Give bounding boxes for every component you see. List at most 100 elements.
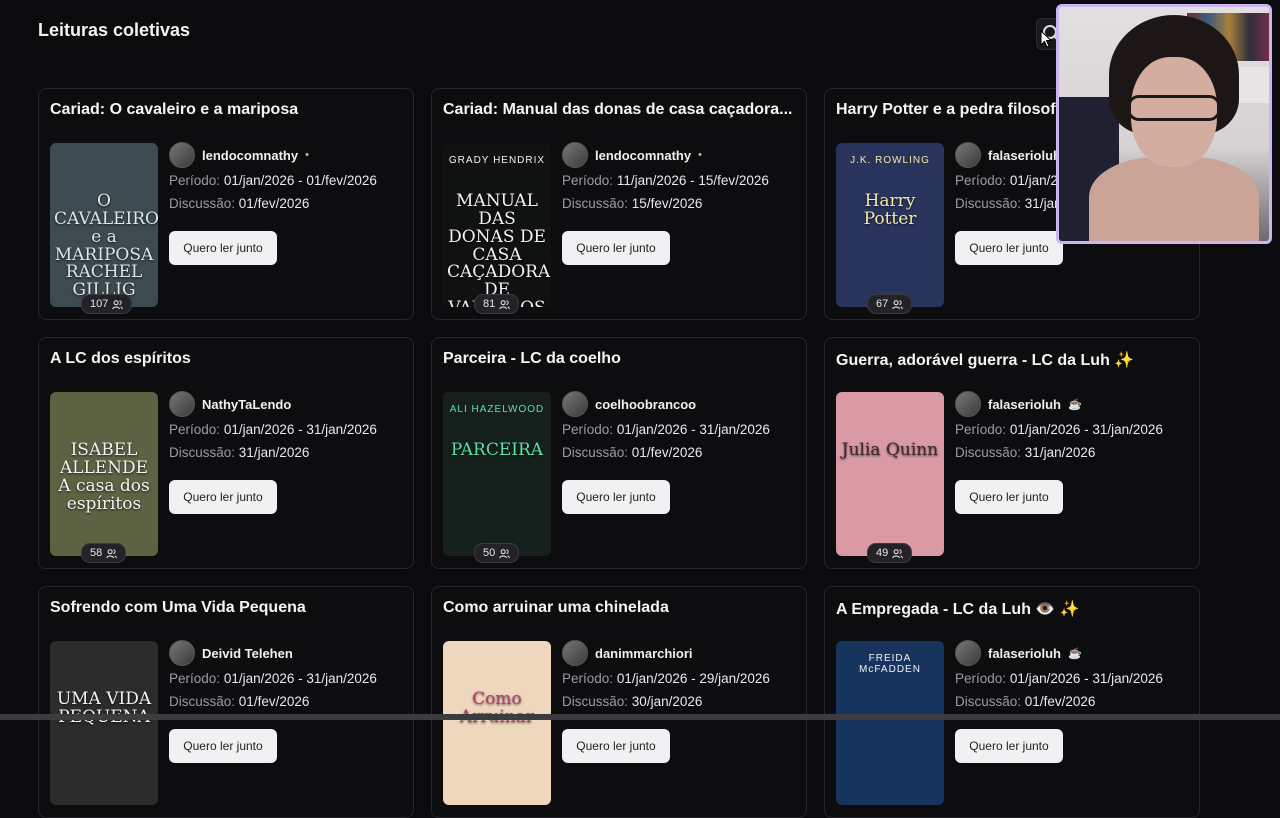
- period-label: Período:: [169, 671, 221, 686]
- card-title[interactable]: A LC dos espíritos: [50, 350, 400, 368]
- reading-group-card[interactable]: A LC dos espíritos ISABEL ALLENDE A casa…: [38, 337, 414, 569]
- card-title[interactable]: Parceira - LC da coelho: [443, 350, 793, 368]
- cover-title: Julia Quinn: [841, 440, 939, 460]
- cover-title: O CAVALEIRO e a MARIPOSA RACHEL GILLIG: [54, 191, 158, 301]
- discussion-line: Discussão: 01/fev/2026: [955, 694, 1095, 709]
- avatar[interactable]: [169, 391, 195, 417]
- host-name[interactable]: falaserioluh: [988, 397, 1061, 412]
- host-suffix: •: [698, 149, 702, 161]
- host-info[interactable]: lendocomnathy •: [562, 142, 702, 168]
- period-line: Período: 11/jan/2026 - 15/fev/2026: [562, 173, 769, 188]
- period-line: Período: 01/jan/2026 - 31/jan/2026: [955, 422, 1163, 437]
- book-cover[interactable]: Julia Quinn: [836, 392, 944, 556]
- avatar[interactable]: [562, 142, 588, 168]
- discussion-label: Discussão:: [955, 694, 1022, 709]
- discussion-label: Discussão:: [562, 694, 629, 709]
- users-icon: [499, 299, 511, 309]
- join-reading-button[interactable]: Quero ler junto: [562, 729, 670, 763]
- card-title[interactable]: A Empregada - LC da Luh 👁️ ✨: [836, 599, 1186, 619]
- host-name[interactable]: falaserioluh: [988, 148, 1061, 163]
- discussion-label: Discussão:: [562, 445, 629, 460]
- discussion-value: 01/fev/2026: [1024, 694, 1096, 709]
- cover-author: J.K. ROWLING: [850, 155, 930, 166]
- period-value: 01/jan/2026 - 31/jan/2026: [223, 671, 377, 686]
- cover-title: UMA VIDA PEQUENA: [56, 689, 152, 726]
- host-name[interactable]: falaserioluh: [988, 646, 1061, 661]
- participants-count: 58: [90, 547, 103, 559]
- join-reading-button[interactable]: Quero ler junto: [169, 231, 277, 265]
- join-reading-button[interactable]: Quero ler junto: [955, 480, 1063, 514]
- period-value: 01/jan/2026 - 31/jan/2026: [616, 422, 770, 437]
- period-value: 01/jan/2026 - 31/jan/2026: [223, 422, 377, 437]
- join-reading-button[interactable]: Quero ler junto: [169, 729, 277, 763]
- host-info[interactable]: danimmarchiori: [562, 640, 700, 666]
- avatar[interactable]: [169, 640, 195, 666]
- discussion-value: 01/fev/2026: [238, 196, 310, 211]
- book-cover[interactable]: J.K. ROWLING Harry Potter: [836, 143, 944, 307]
- book-cover[interactable]: UMA VIDA PEQUENA: [50, 641, 158, 805]
- card-title[interactable]: Como arruinar uma chinelada: [443, 599, 793, 617]
- reading-group-card[interactable]: Cariad: O cavaleiro e a mariposa O CAVAL…: [38, 88, 414, 320]
- host-name[interactable]: coelhoobrancoo: [595, 397, 696, 412]
- participants-badge: 58: [81, 543, 127, 563]
- card-title[interactable]: Sofrendo com Uma Vida Pequena: [50, 599, 400, 617]
- host-name[interactable]: NathyTaLendo: [202, 397, 291, 412]
- join-reading-button[interactable]: Quero ler junto: [562, 480, 670, 514]
- card-title[interactable]: Cariad: Manual das donas de casa caçador…: [443, 101, 793, 119]
- discussion-line: Discussão: 01/fev/2026: [169, 694, 309, 709]
- glasses-image: [1127, 95, 1221, 121]
- participants-badge: 50: [474, 543, 520, 563]
- cover-title: PARCEIRA: [450, 440, 544, 460]
- avatar[interactable]: [562, 391, 588, 417]
- discussion-label: Discussão:: [955, 445, 1022, 460]
- host-info[interactable]: falaserioluh: [955, 142, 1068, 168]
- person-body-image: [1089, 157, 1259, 241]
- reading-group-card[interactable]: Sofrendo com Uma Vida Pequena UMA VIDA P…: [38, 586, 414, 818]
- join-reading-button[interactable]: Quero ler junto: [169, 480, 277, 514]
- join-reading-button[interactable]: Quero ler junto: [562, 231, 670, 265]
- reading-group-card[interactable]: Como arruinar uma chinelada Como Arruina…: [431, 586, 807, 818]
- book-cover[interactable]: ISABEL ALLENDE A casa dos espíritos: [50, 392, 158, 556]
- book-cover[interactable]: GRADY HENDRIX MANUAL DAS DONAS DE CASA C…: [443, 143, 551, 307]
- join-reading-button[interactable]: Quero ler junto: [955, 231, 1063, 265]
- participants-count: 49: [876, 547, 889, 559]
- host-info[interactable]: lendocomnathy •: [169, 142, 309, 168]
- avatar[interactable]: [169, 142, 195, 168]
- avatar[interactable]: [955, 391, 981, 417]
- period-label: Período:: [169, 422, 221, 437]
- period-line: Período: 01/jan/2026 - 31/jan/2026: [562, 422, 770, 437]
- host-name[interactable]: lendocomnathy: [202, 148, 298, 163]
- webcam-overlay: [1056, 4, 1272, 244]
- avatar[interactable]: [955, 640, 981, 666]
- host-info[interactable]: coelhoobrancoo: [562, 391, 703, 417]
- join-reading-button[interactable]: Quero ler junto: [955, 729, 1063, 763]
- book-cover[interactable]: Como Arruinar: [443, 641, 551, 805]
- discussion-line: Discussão: 30/jan/2026: [562, 694, 702, 709]
- discussion-label: Discussão:: [169, 445, 236, 460]
- discussion-line: Discussão: 31/jan/2026: [169, 445, 309, 460]
- host-name[interactable]: Deivid Telehen: [202, 646, 293, 661]
- reading-group-card[interactable]: Cariad: Manual das donas de casa caçador…: [431, 88, 807, 320]
- book-cover[interactable]: ALI HAZELWOOD PARCEIRA: [443, 392, 551, 556]
- bottom-bar: [0, 714, 1280, 720]
- discussion-value: 30/jan/2026: [631, 694, 703, 709]
- host-info[interactable]: falaserioluh ☕: [955, 640, 1082, 666]
- users-icon: [892, 548, 904, 558]
- card-title[interactable]: Cariad: O cavaleiro e a mariposa: [50, 101, 400, 119]
- host-info[interactable]: Deivid Telehen: [169, 640, 300, 666]
- reading-group-card[interactable]: A Empregada - LC da Luh 👁️ ✨ FREIDA McFA…: [824, 586, 1200, 818]
- book-cover[interactable]: FREIDA McFADDEN: [836, 641, 944, 805]
- host-name[interactable]: danimmarchiori: [595, 646, 693, 661]
- avatar[interactable]: [562, 640, 588, 666]
- host-info[interactable]: falaserioluh ☕: [955, 391, 1082, 417]
- discussion-value: 01/fev/2026: [631, 445, 703, 460]
- reading-group-card[interactable]: Parceira - LC da coelho ALI HAZELWOOD PA…: [431, 337, 807, 569]
- host-info[interactable]: NathyTaLendo: [169, 391, 298, 417]
- avatar[interactable]: [955, 142, 981, 168]
- cover-author: GRADY HENDRIX: [448, 155, 546, 166]
- host-name[interactable]: lendocomnathy: [595, 148, 691, 163]
- reading-group-card[interactable]: Guerra, adorável guerra - LC da Luh ✨ Ju…: [824, 337, 1200, 569]
- discussion-line: Discussão: 01/fev/2026: [169, 196, 309, 211]
- book-cover[interactable]: O CAVALEIRO e a MARIPOSA RACHEL GILLIG: [50, 143, 158, 307]
- card-title[interactable]: Guerra, adorável guerra - LC da Luh ✨: [836, 350, 1186, 370]
